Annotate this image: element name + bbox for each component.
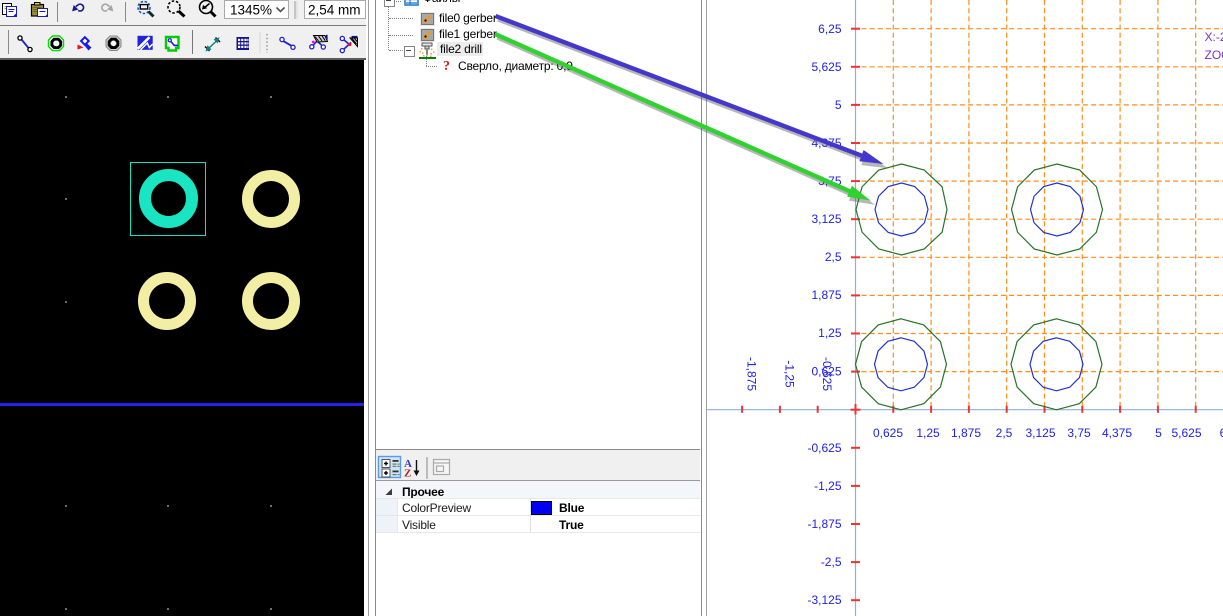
- svg-text:-2,5: -2,5: [820, 555, 841, 569]
- svg-text:2,5: 2,5: [995, 426, 1012, 440]
- svg-text:6,25: 6,25: [818, 22, 842, 36]
- svg-text:-0,625: -0,625: [807, 441, 841, 455]
- svg-text:3,125: 3,125: [811, 212, 841, 226]
- svg-text:5: 5: [834, 98, 841, 112]
- svg-text:3,125: 3,125: [1025, 426, 1055, 440]
- svg-text:3,75: 3,75: [1067, 426, 1091, 440]
- svg-text:2,54 mm: 2,54 mm: [308, 3, 361, 18]
- svg-text:-3,125: -3,125: [807, 593, 841, 607]
- svg-text:5,625: 5,625: [1171, 426, 1201, 440]
- svg-text:-1,25: -1,25: [782, 360, 796, 388]
- svg-text:-1,875: -1,875: [807, 517, 841, 531]
- svg-text:4,375: 4,375: [1101, 426, 1131, 440]
- svg-text:6: 6: [1219, 426, 1223, 440]
- svg-text:X:-2,54: X:-2,54: [1204, 30, 1223, 44]
- svg-text:1,875: 1,875: [950, 426, 980, 440]
- svg-text:5,625: 5,625: [811, 60, 841, 74]
- svg-text:3,75: 3,75: [818, 174, 842, 188]
- svg-text:1345%: 1345%: [230, 3, 272, 18]
- svg-text:5: 5: [1155, 426, 1162, 440]
- svg-text:4,375: 4,375: [811, 136, 841, 150]
- svg-text:-1,25: -1,25: [814, 479, 842, 493]
- svg-text:-1,875: -1,875: [744, 357, 758, 391]
- svg-text:1,875: 1,875: [811, 288, 841, 302]
- svg-text:1,25: 1,25: [818, 326, 842, 340]
- svg-text:0,625: 0,625: [872, 426, 902, 440]
- svg-text:Z: Z: [404, 468, 411, 480]
- svg-text:ZOOM: ZOOM: [1204, 48, 1223, 62]
- svg-text:-0,625: -0,625: [819, 357, 833, 391]
- svg-text:2,5: 2,5: [824, 250, 841, 264]
- svg-text:1,25: 1,25: [916, 426, 940, 440]
